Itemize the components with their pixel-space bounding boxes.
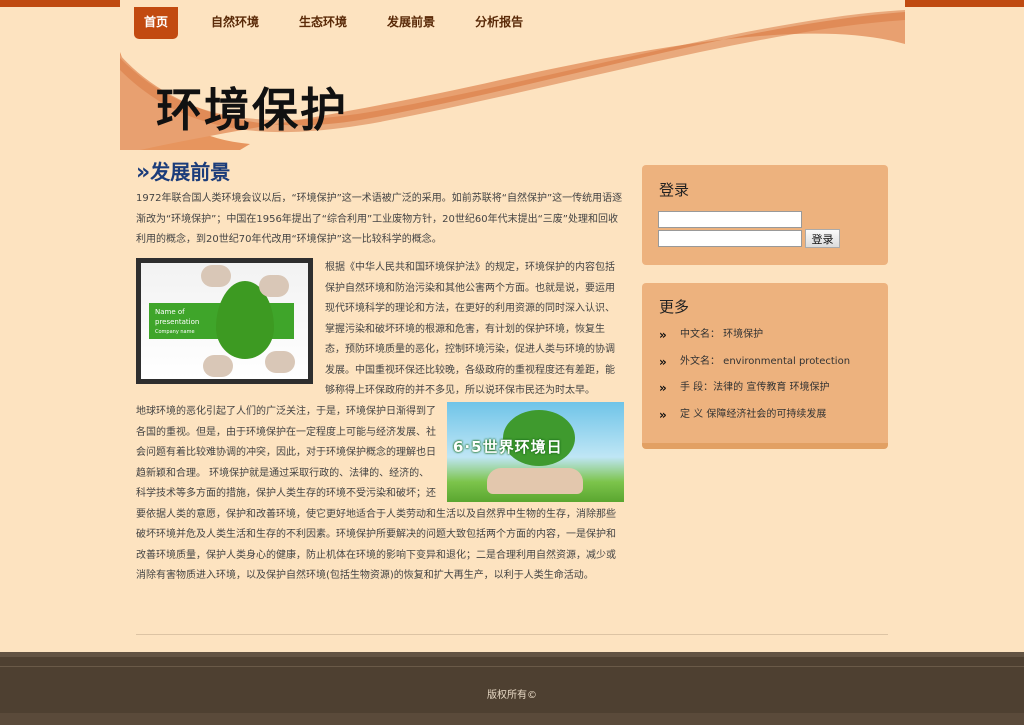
main-navigation: 首页 自然环境 生态环境 发展前景 分析报告 [134, 7, 543, 39]
double-chevron-icon: » [659, 381, 667, 395]
double-chevron-icon: » [659, 328, 667, 342]
copyright-text: 版权所有© [487, 690, 537, 701]
footer-divider [0, 666, 1024, 667]
law-paragraph: 根据《中华人民共和国环境保护法》的规定，环境保护的内容包括保护自然环境和防治污染… [325, 262, 615, 396]
more-panel: 更多 » 中文名： 环境保护 » 外文名： environmental protec… [642, 283, 888, 449]
hand-shape [201, 265, 231, 287]
image-caption: Name of presentation Company name [155, 308, 200, 335]
site-logo: 环境保护 [156, 83, 348, 137]
more-item-definition: » 定 义 保障经济社会的可持续发展 [659, 405, 850, 432]
nav-item-analysis-report[interactable]: 分析报告 [455, 7, 543, 39]
double-chevron-icon: » [136, 160, 151, 185]
login-panel: 登录 登录 [642, 165, 888, 265]
section-title-text: 发展前景 [150, 160, 231, 184]
nav-item-development-prospects[interactable]: 发展前景 [367, 7, 455, 39]
double-chevron-icon: » [659, 407, 667, 422]
section-title: »发展前景 [136, 158, 624, 187]
more-title: 更多 [659, 298, 690, 316]
main-content: »发展前景 1972年联合国人类环境会议以后，“环境保护”这一术语被广泛的采用。… [136, 158, 624, 581]
more-item-foreign-name: » 外文名： environmental protection [659, 352, 850, 379]
more-list: » 中文名： 环境保护 » 外文名： environmental protectio… [659, 325, 850, 431]
intro-paragraph: 1972年联合国人类环境会议以后，“环境保护”这一术语被广泛的采用。如前苏联将“… [136, 193, 623, 245]
content-divider [136, 634, 888, 635]
hand-shape [203, 355, 233, 377]
footer: 版权所有© [0, 652, 1024, 725]
login-button[interactable]: 登录 [805, 229, 840, 248]
more-item-means: » 手 段：法律的 宣传教育 环境保护 [659, 378, 850, 405]
double-chevron-icon: » [659, 354, 667, 369]
header-banner: 首页 自然环境 生态环境 发展前景 分析报告 环境保护 [120, 0, 905, 150]
footer-bottom-bar [0, 713, 1024, 725]
login-title: 登录 [659, 181, 690, 199]
hand-shape [259, 275, 289, 297]
leaf-hands-image: Name of presentation Company name [136, 258, 313, 384]
more-item-chinese-name: » 中文名： 环境保护 [659, 325, 850, 352]
concern-paragraph: 地球环境的恶化引起了人们的广泛关注，于是，环境保护日渐得到了各国的重视。但是，由… [136, 406, 616, 581]
nav-item-ecological-environment[interactable]: 生态环境 [279, 7, 367, 39]
password-input[interactable] [658, 230, 802, 247]
username-input[interactable] [658, 211, 802, 228]
nav-item-natural-environment[interactable]: 自然环境 [191, 7, 279, 39]
nav-item-home[interactable]: 首页 [134, 7, 179, 39]
hand-shape [265, 351, 295, 373]
